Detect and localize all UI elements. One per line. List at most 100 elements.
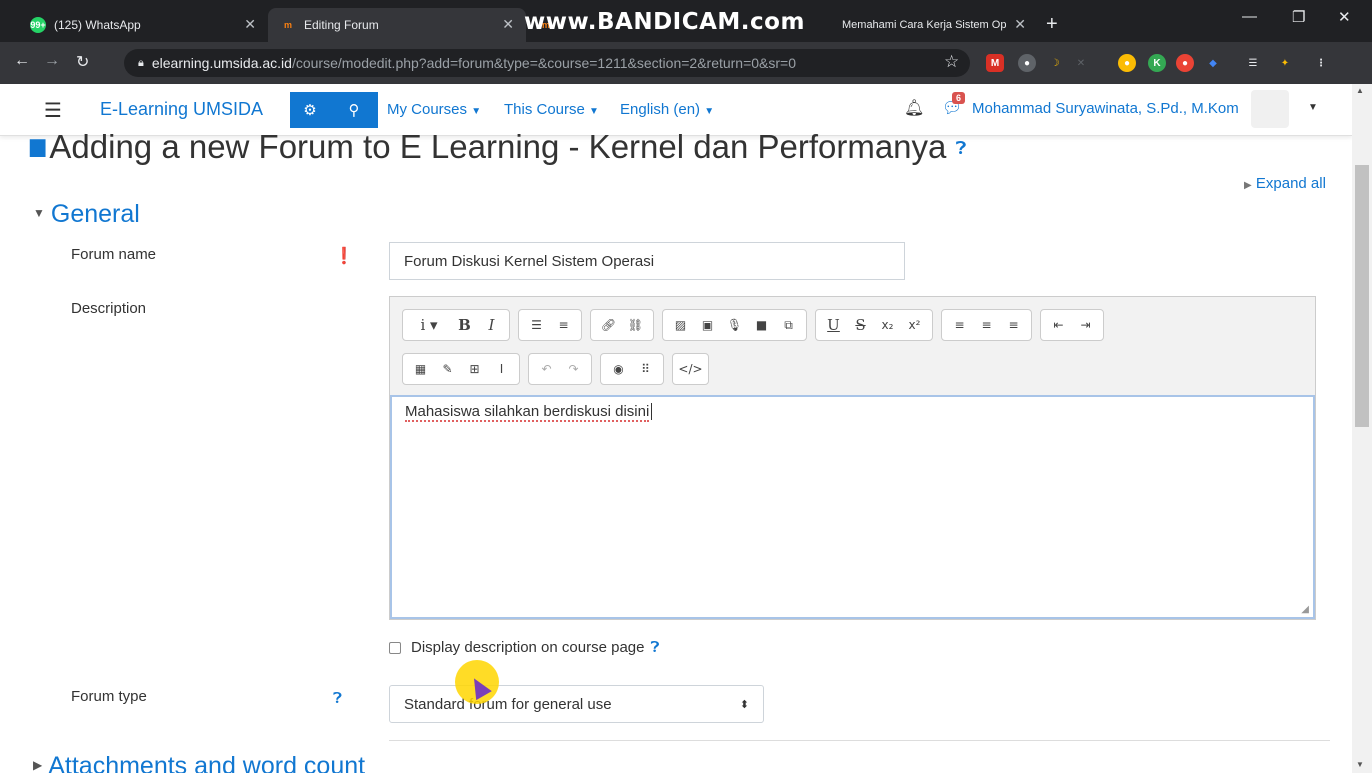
section-general[interactable]: ▼ General [33,200,140,229]
manage-files-icon[interactable]: ⧉ [775,311,802,339]
display-description-checkbox[interactable]: Display description on course page ❓︎ [389,639,659,656]
edit-icon[interactable]: ✎ [434,355,461,383]
close-tab-icon[interactable]: ✕ [502,16,514,33]
expand-all-label: Expand all [1255,175,1326,192]
admin-gear-icon[interactable]: ⚙ [290,92,330,128]
site-brand[interactable]: E-Learning UMSIDA [100,99,263,120]
microphone-icon[interactable]: 🎙︎ [721,311,748,339]
toolbar-group: </> [672,353,709,385]
resize-grip-icon[interactable]: ◢ [1301,604,1309,615]
lock-icon: 🔒︎ [138,56,144,69]
align-center-icon[interactable]: ≡ [973,311,1000,339]
video-icon[interactable]: ■ [748,311,775,339]
toolbar-group: ▨ ▣ 🎙︎ ■ ⧉ [662,309,807,341]
align-left-icon[interactable]: ≡ [946,311,973,339]
help-icon[interactable]: ❓︎ [956,138,967,158]
indent-icon[interactable]: ⇤ [1045,311,1072,339]
description-textarea[interactable]: Mahasiswa silahkan berdiskusi disini ◢ [390,395,1315,619]
hamburger-menu-icon[interactable]: ☰ [44,98,62,123]
extension-icon[interactable]: ● [1118,54,1136,72]
section-title: General [50,200,140,228]
align-right-icon[interactable]: ≡ [1000,311,1027,339]
moodle-icon: m [283,20,292,30]
extension-icon[interactable]: ✦ [1276,54,1294,72]
tab-editing-forum[interactable]: m Editing Forum ✕ [268,8,526,42]
restore-button[interactable]: ❐ [1292,8,1305,26]
link-icon[interactable]: 🔗︎ [595,311,622,339]
new-tab-button[interactable]: + [1046,13,1058,36]
outdent-icon[interactable]: ⇥ [1072,311,1099,339]
info-dropdown-icon[interactable]: i ▾ [407,311,451,339]
extension-icon[interactable]: ✕ [1072,54,1090,72]
toolbar-group: U S x₂ x² [815,309,933,341]
section-divider [389,740,1330,741]
menu-label: My Courses [387,101,468,118]
select-value: Standard forum for general use [404,695,612,713]
html-code-icon[interactable]: </> [677,355,704,383]
toolbar-group: i ▾ B I [402,309,510,341]
triangle-right-icon: ▶ [1244,180,1252,191]
menu-label: English (en) [620,101,701,118]
avatar[interactable] [1251,90,1289,128]
user-name[interactable]: Mohammad Suryawinata, S.Pd., M.Kom [972,100,1239,117]
section-attachments[interactable]: ▶ Attachments and word count [33,752,365,773]
forum-type-label: Forum type [71,688,147,705]
search-key-icon[interactable]: ⚲ [330,92,378,128]
playlist-icon[interactable]: ☰ [1244,54,1262,72]
menu-dots-icon[interactable]: ⋮ [1312,54,1330,72]
bullet-list-icon[interactable]: ☰ [523,311,550,339]
redo-icon[interactable]: ↷ [560,355,587,383]
help-icon[interactable]: ❓︎ [333,690,342,707]
extension-icon[interactable]: ● [1176,54,1194,72]
close-tab-icon[interactable]: ✕ [244,16,256,33]
menu-language[interactable]: English (en) ▼ [620,101,714,118]
unlink-icon[interactable]: ⛓ [622,311,649,339]
expand-all-link[interactable]: ▶ Expand all [1244,175,1326,192]
accessibility-icon[interactable]: ◉ [605,355,632,383]
scroll-down-arrow[interactable]: ▼ [1356,760,1364,769]
address-bar[interactable]: 🔒︎ elearning.umsida.ac.id /course/modedi… [124,49,970,77]
equation-icon[interactable]: ▦ [407,355,434,383]
close-window-button[interactable]: ✕ [1338,8,1351,26]
menu-this-course[interactable]: This Course ▼ [504,101,599,118]
menu-my-courses[interactable]: My Courses ▼ [387,101,481,118]
numbered-list-icon[interactable]: ≡ [550,311,577,339]
image-icon[interactable]: ▨ [667,311,694,339]
toolbar-group: ↶ ↷ [528,353,592,385]
media-icon[interactable]: ▣ [694,311,721,339]
bold-icon[interactable]: B [451,311,478,339]
user-menu-caret-icon[interactable]: ▼ [1308,102,1318,113]
description-text: Mahasiswa silahkan berdiskusi disini [405,403,650,422]
forum-name-input[interactable]: Forum Diskusi Kernel Sistem Operasi [389,242,905,280]
clear-formatting-icon[interactable]: I [488,355,515,383]
back-icon[interactable]: ← [14,52,30,70]
menu-label: This Course [504,101,585,118]
bookmark-star-icon[interactable]: ☆ [944,52,959,72]
extension-icon[interactable]: ● [1018,54,1036,72]
strikethrough-icon[interactable]: S [847,311,874,339]
scroll-up-arrow[interactable]: ▲ [1356,86,1364,95]
minimize-button[interactable]: — [1242,8,1257,25]
extension-icon[interactable]: ◆ [1204,54,1222,72]
undo-icon[interactable]: ↶ [533,355,560,383]
tab-whatsapp[interactable]: 99+ (125) WhatsApp ✕ [18,8,268,42]
subscript-icon[interactable]: x₂ [874,311,901,339]
scrollbar-thumb[interactable] [1355,165,1369,427]
extension-icon[interactable]: ☽ [1046,54,1064,72]
table-icon[interactable]: ⊞ [461,355,488,383]
forum-type-select[interactable]: Standard forum for general use ⬍ [389,685,764,723]
extension-icon[interactable]: K [1148,54,1166,72]
screenreader-icon[interactable]: ⠿ [632,355,659,383]
notification-bell-icon[interactable]: 🔔︎ [904,98,924,118]
help-icon[interactable]: ❓︎ [650,639,659,656]
italic-icon[interactable]: I [478,311,505,339]
superscript-icon[interactable]: x² [901,311,928,339]
underline-icon[interactable]: U [820,311,847,339]
close-tab-icon[interactable]: ✕ [1014,16,1026,33]
url-host: elearning.umsida.ac.id [151,55,292,71]
checkbox-icon[interactable] [389,641,401,654]
forward-icon[interactable]: → [44,52,60,70]
reload-icon[interactable]: ↻ [76,52,89,72]
extension-icon[interactable]: M [986,54,1004,72]
tab-title: Editing Forum [304,18,379,32]
